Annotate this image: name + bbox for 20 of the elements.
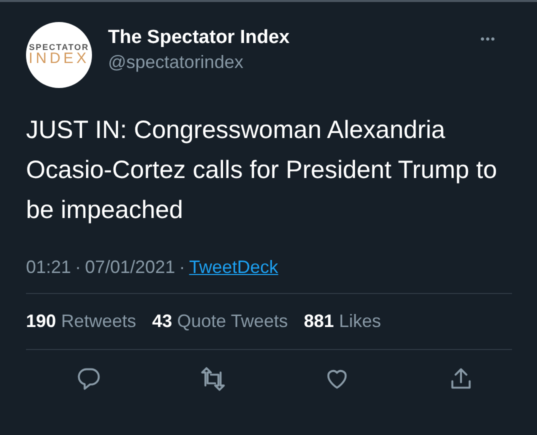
separator: · [179,256,186,279]
stat-count[interactable]: 190 [26,311,56,331]
stat-label[interactable]: Quote Tweets [177,311,288,331]
logo-wordmark: INDEX [28,51,90,68]
stat-count[interactable]: 881 [304,311,334,331]
stat-label[interactable]: Likes [338,311,381,331]
source-link[interactable]: TweetDeck [189,254,278,281]
author-name[interactable]: The Spectator Index [108,26,480,50]
author-handle[interactable]: @spectatorindex [108,50,480,74]
avatar[interactable]: SPECTATOR INDEX [26,22,92,88]
stat-count[interactable]: 43 [152,311,172,331]
tweet-text: JUST IN: Congresswoman Alexandria Ocasio-Cortez calls for President Trump to be impeached [26,115,498,226]
reply-icon[interactable] [76,366,102,392]
tweet-time: 01:21 [26,256,72,279]
tweet-date: 07/01/2021 [85,256,176,279]
retweet-icon[interactable] [200,366,226,392]
logo-text: SPECTATOR [28,42,89,51]
more-options-icon[interactable]: ••• [480,30,496,48]
separator: · [75,256,82,279]
stat-label[interactable]: Retweets [61,311,136,331]
